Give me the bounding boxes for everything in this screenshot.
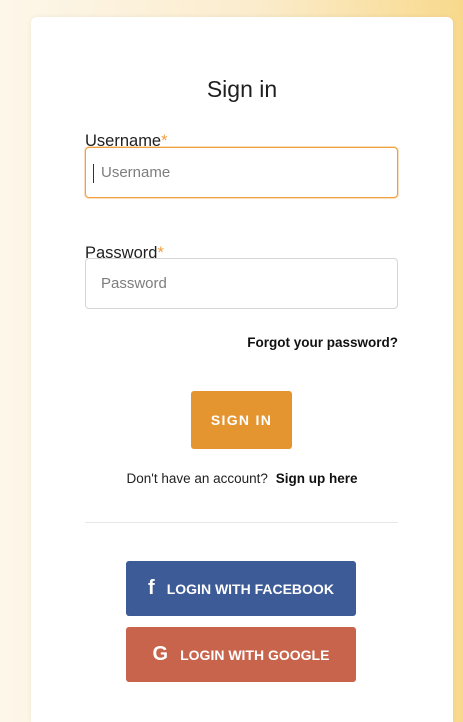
google-icon: G xyxy=(152,643,169,665)
page-title: Sign in xyxy=(206,76,278,102)
signup-prompt: Don't have an account? xyxy=(126,471,268,486)
divider xyxy=(85,522,398,523)
facebook-button-label: LOGIN WITH FACEBOOK xyxy=(166,580,334,597)
facebook-icon: f xyxy=(148,577,155,599)
google-button-label: LOGIN WITH GOOGLE xyxy=(180,646,330,663)
username-input[interactable] xyxy=(85,147,398,198)
login-with-google-button[interactable]: G LOGIN WITH GOOGLE xyxy=(126,627,356,682)
text-caret xyxy=(93,164,94,183)
password-input[interactable] xyxy=(85,258,398,309)
login-with-facebook-button[interactable]: f LOGIN WITH FACEBOOK xyxy=(126,561,356,616)
signin-card: Sign in Username* Password* Forgot your … xyxy=(31,17,453,722)
signup-row: Don't have an account? Sign up here xyxy=(31,471,453,486)
signup-link[interactable]: Sign up here xyxy=(276,471,358,486)
signin-button[interactable]: SIGN IN xyxy=(191,391,292,449)
forgot-password-link[interactable]: Forgot your password? xyxy=(247,335,398,350)
